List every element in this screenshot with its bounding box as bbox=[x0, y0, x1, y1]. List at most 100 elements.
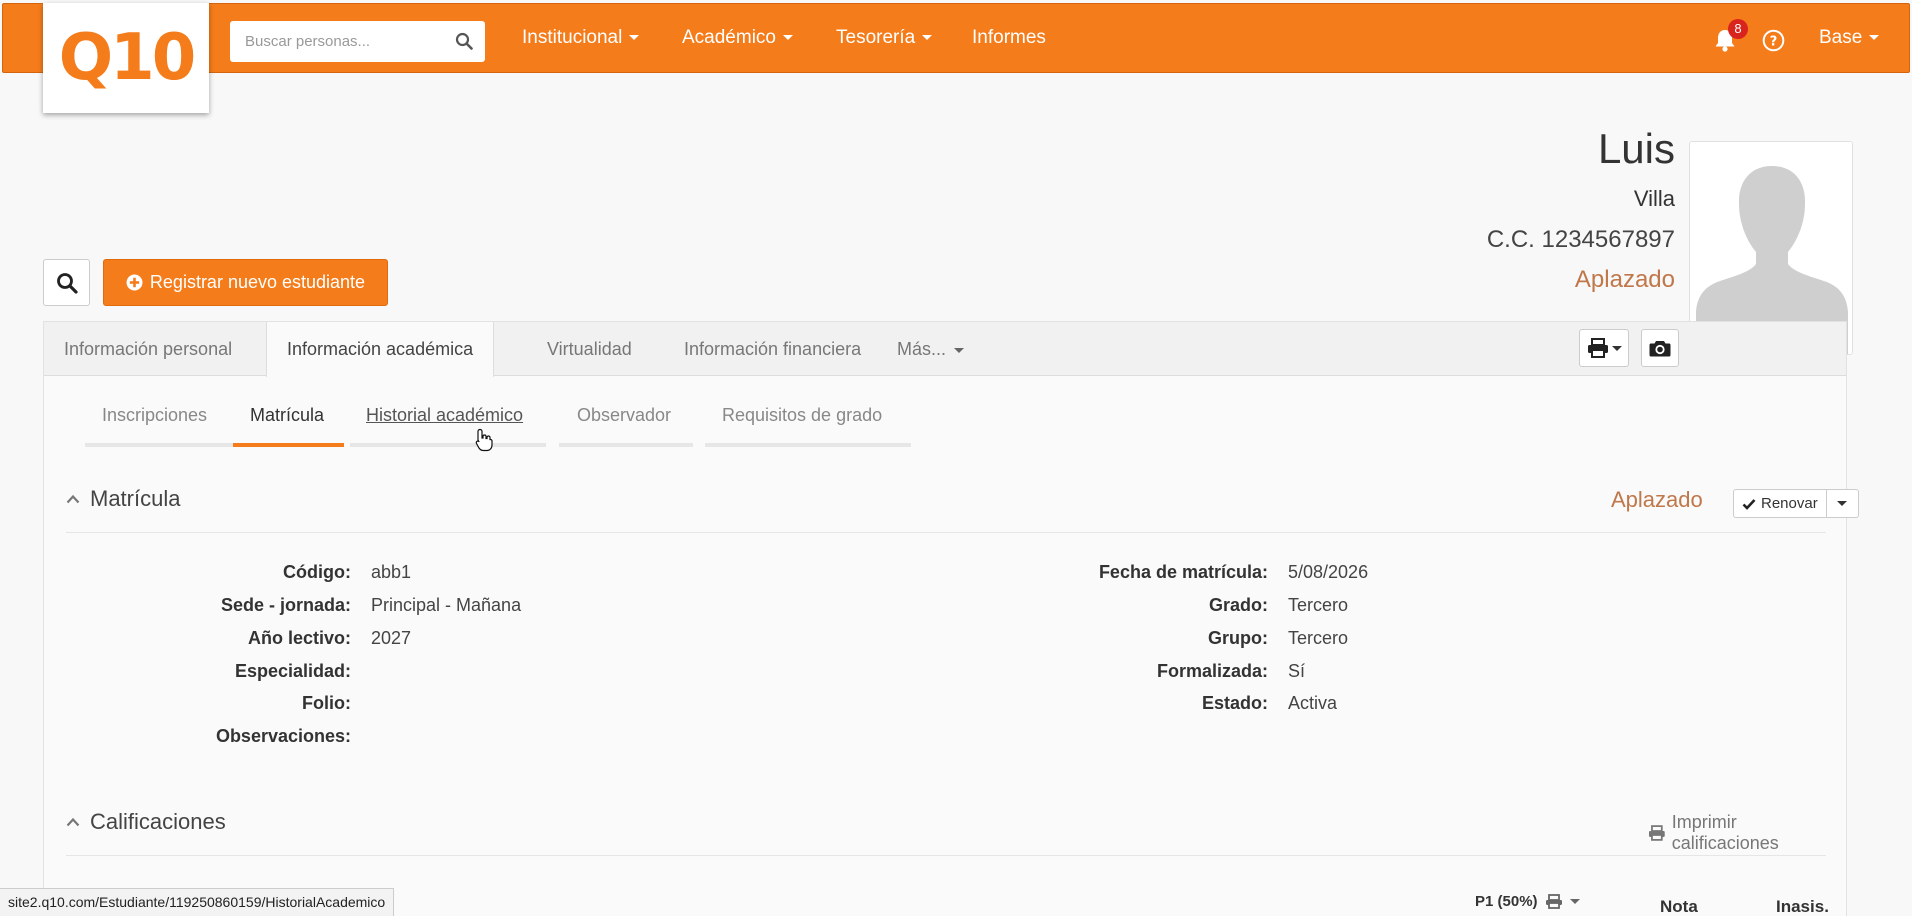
renew-button-label: Renovar bbox=[1761, 495, 1818, 512]
grades-section-title: Calificaciones bbox=[90, 809, 226, 834]
printer-icon bbox=[1545, 894, 1562, 909]
nav-informes[interactable]: Informes bbox=[972, 27, 1046, 49]
printer-icon bbox=[1648, 825, 1665, 841]
field-value-codigo: abb1 bbox=[371, 562, 412, 582]
subtab-underline bbox=[705, 443, 911, 447]
field-label-grupo: Grupo: bbox=[1208, 628, 1268, 648]
field-label-observaciones: Observaciones: bbox=[215, 726, 351, 746]
field-value-grupo: Tercero bbox=[1288, 628, 1349, 648]
register-student-button[interactable]: Registrar nuevo estudiante bbox=[103, 259, 388, 306]
svg-text:?: ? bbox=[1770, 35, 1778, 50]
plus-circle-icon bbox=[126, 274, 143, 291]
period-column-header[interactable]: P1 (50%) bbox=[1475, 893, 1580, 910]
chevron-down-icon bbox=[1869, 35, 1880, 41]
field-label-sede-jornada: Sede - jornada: bbox=[220, 595, 351, 615]
student-panel: Información personal Información académi… bbox=[43, 321, 1859, 916]
column-header-inasistencias: Inasis. bbox=[1776, 897, 1829, 916]
chevron-down-icon bbox=[954, 347, 965, 353]
tab-informacion-financiera[interactable]: Información financiera bbox=[664, 322, 881, 376]
field-value-ano-lectivo: 2027 bbox=[371, 628, 412, 648]
nav-academico[interactable]: Académico bbox=[682, 27, 793, 49]
subtab-requisitos-de-grado[interactable]: Requisitos de grado bbox=[722, 405, 882, 426]
main-tabs: Información personal Información académi… bbox=[44, 322, 1846, 377]
nav-informes-label: Informes bbox=[972, 27, 1046, 48]
subtab-underline bbox=[559, 443, 693, 447]
nav-institucional-label: Institucional bbox=[522, 27, 623, 48]
field-value-formalizada: Sí bbox=[1288, 661, 1306, 681]
field-value-estado: Activa bbox=[1288, 693, 1338, 713]
chevron-down-icon bbox=[1611, 345, 1622, 351]
search-icon[interactable] bbox=[455, 32, 473, 55]
field-label-codigo: Código: bbox=[283, 562, 351, 582]
chevron-up-icon bbox=[66, 817, 80, 827]
tab-informacion-academica[interactable]: Información académica bbox=[266, 322, 495, 377]
nav-tesoreria[interactable]: Tesorería bbox=[836, 27, 933, 49]
field-label-grado: Grado: bbox=[1208, 595, 1268, 615]
subtab-underline-active bbox=[233, 443, 344, 447]
grades-section-toggle[interactable]: Calificaciones bbox=[66, 809, 226, 835]
column-header-nota: Nota bbox=[1660, 897, 1698, 916]
renew-button-group: Renovar bbox=[1733, 489, 1859, 518]
field-label-folio: Folio: bbox=[302, 693, 351, 713]
tab-mas[interactable]: Más... bbox=[877, 322, 984, 376]
student-last-name: Villa bbox=[1633, 186, 1675, 211]
printer-icon bbox=[1587, 338, 1608, 358]
browser-status-url: site2.q10.com/Estudiante/119250860159/Hi… bbox=[0, 888, 395, 916]
q10-logo[interactable]: Q10 bbox=[43, 3, 209, 113]
renew-button[interactable]: Renovar bbox=[1733, 489, 1827, 518]
field-label-ano-lectivo: Año lectivo: bbox=[247, 628, 351, 648]
field-label-formalizada: Formalizada: bbox=[1156, 661, 1268, 681]
section-divider bbox=[66, 532, 1826, 533]
people-search-input[interactable] bbox=[230, 33, 445, 50]
field-label-fecha-matricula: Fecha de matrícula: bbox=[1098, 562, 1268, 582]
hand-cursor-icon bbox=[475, 428, 493, 452]
user-menu[interactable]: Base bbox=[1819, 27, 1880, 49]
check-icon bbox=[1742, 498, 1756, 510]
subtab-observador[interactable]: Observador bbox=[577, 405, 671, 426]
enrollment-section-toggle[interactable]: Matrícula bbox=[66, 486, 180, 512]
chevron-down-icon bbox=[783, 35, 793, 41]
tab-informacion-personal[interactable]: Información personal bbox=[44, 322, 252, 376]
nav-academico-label: Académico bbox=[682, 27, 776, 48]
print-menu-button[interactable] bbox=[1579, 329, 1629, 367]
chevron-up-icon bbox=[66, 494, 80, 504]
chevron-down-icon bbox=[922, 35, 933, 41]
section-divider bbox=[66, 855, 1826, 856]
field-value-grado: Tercero bbox=[1288, 595, 1349, 615]
chevron-down-icon bbox=[1569, 899, 1580, 904]
tab-mas-label: Más... bbox=[897, 339, 947, 359]
field-value-fecha-matricula: 5/08/2026 bbox=[1288, 562, 1369, 582]
field-label-especialidad: Especialidad: bbox=[234, 661, 351, 681]
register-button-label: Registrar nuevo estudiante bbox=[149, 272, 366, 292]
student-document: C.C. 1234567897 bbox=[1486, 226, 1675, 253]
subtab-underline bbox=[350, 443, 546, 447]
user-menu-label: Base bbox=[1819, 27, 1863, 48]
search-icon bbox=[56, 272, 78, 294]
notification-badge: 8 bbox=[1728, 19, 1748, 39]
camera-button[interactable] bbox=[1641, 329, 1679, 367]
renew-options-button[interactable] bbox=[1826, 489, 1859, 518]
subtab-historial-academico[interactable]: Historial académico bbox=[366, 405, 523, 426]
field-label-estado: Estado: bbox=[1201, 693, 1268, 713]
field-value-sede-jornada: Principal - Mañana bbox=[371, 595, 522, 615]
print-grades-label: Imprimir calificaciones bbox=[1671, 812, 1779, 853]
logo-text: Q10 bbox=[58, 21, 196, 95]
subtab-inscripciones[interactable]: Inscripciones bbox=[102, 405, 207, 426]
search-student-button[interactable] bbox=[43, 259, 90, 306]
nav-tesoreria-label: Tesorería bbox=[836, 27, 916, 48]
tab-virtualidad[interactable]: Virtualidad bbox=[527, 322, 652, 376]
people-search-box[interactable] bbox=[230, 21, 485, 62]
student-status: Aplazado bbox=[1574, 266, 1675, 293]
enrollment-section-title: Matrícula bbox=[90, 486, 181, 511]
print-grades-link[interactable]: Imprimir calificaciones bbox=[1648, 812, 1846, 854]
enrollment-status: Aplazado bbox=[1611, 487, 1703, 512]
camera-icon bbox=[1649, 341, 1671, 357]
period-column-label: P1 (50%) bbox=[1475, 893, 1538, 910]
student-first-name: Luis bbox=[1597, 125, 1675, 172]
chevron-down-icon bbox=[629, 35, 640, 41]
help-icon[interactable]: ? bbox=[1762, 29, 1785, 57]
chevron-down-icon bbox=[1837, 501, 1848, 506]
subtab-matricula[interactable]: Matrícula bbox=[250, 405, 324, 426]
nav-institucional[interactable]: Institucional bbox=[522, 27, 640, 49]
top-navbar: Institucional Académico Tesorería Inform… bbox=[2, 3, 1910, 73]
